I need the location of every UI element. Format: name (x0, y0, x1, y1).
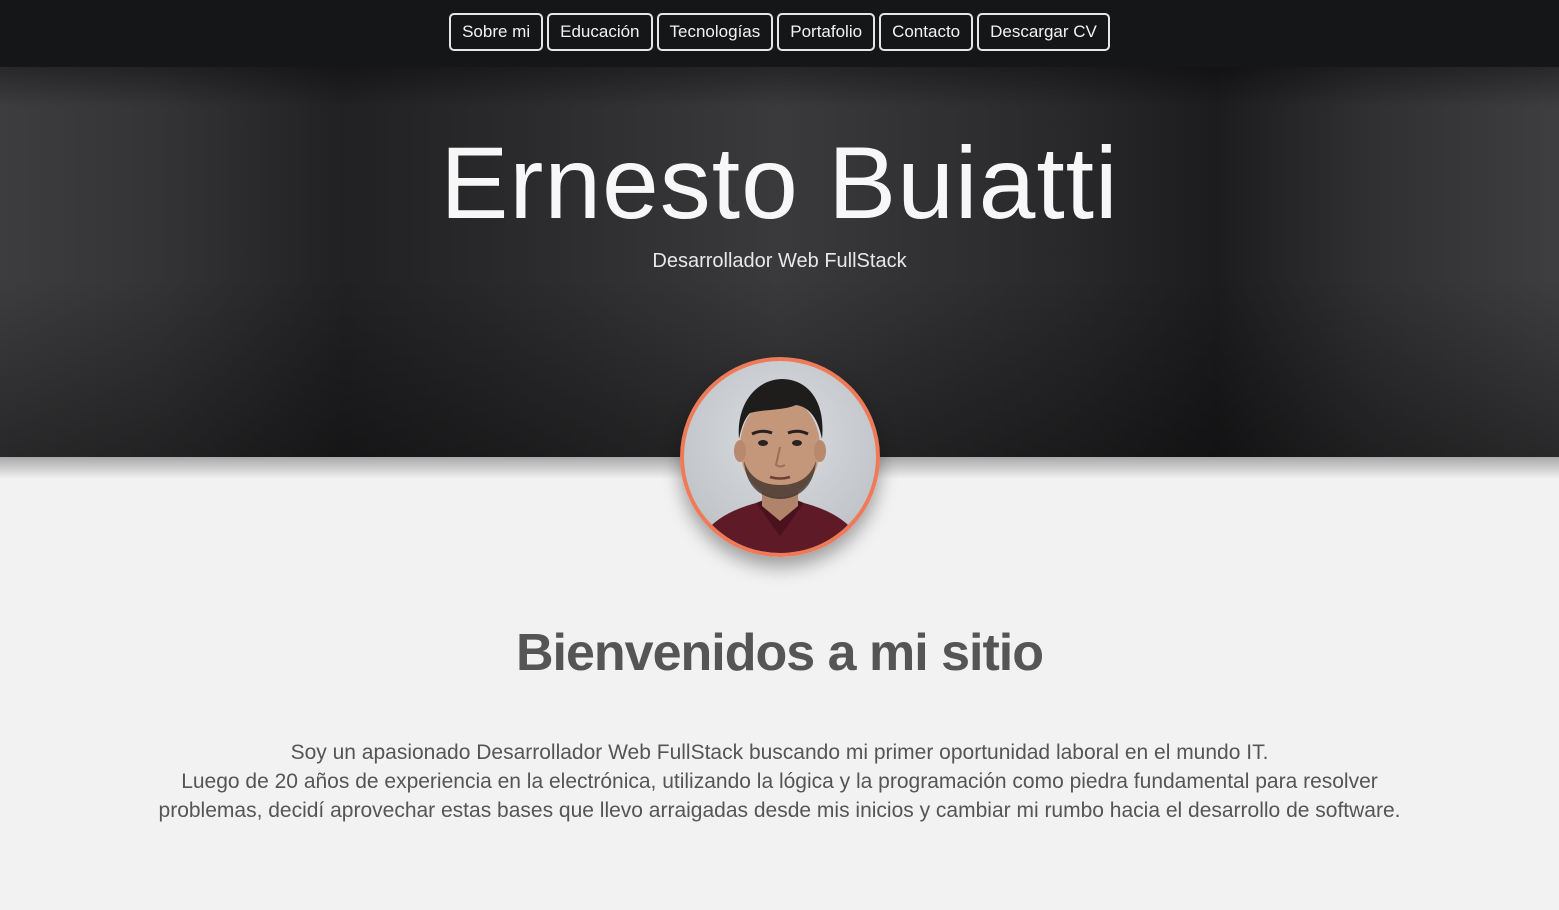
nav-button-contacto[interactable]: Contacto (879, 13, 974, 51)
welcome-title: Bienvenidos a mi sitio (515, 624, 1044, 682)
bio-text: Soy un apasionado Desarrollador Web Full… (150, 738, 1409, 825)
nav-button-sobre-mi[interactable]: Sobre mi (449, 13, 544, 51)
top-nav-bar: Sobre mi Educación Tecnologías Portafoli… (0, 0, 1559, 67)
hero-subtitle: Desarrollador Web FullStack (652, 250, 907, 272)
nav-button-tecnologias[interactable]: Tecnologías (656, 13, 774, 51)
bio-line-2: Luego de 20 años de experiencia en la el… (158, 770, 1401, 822)
profile-avatar (680, 357, 880, 557)
nav-button-portafolio[interactable]: Portafolio (777, 13, 876, 51)
bio-line-1: Soy un apasionado Desarrollador Web Full… (290, 741, 1269, 764)
download-cv-button[interactable]: Descargar CV (977, 13, 1110, 51)
hero-title: Ernesto Buiatti (440, 126, 1119, 240)
nav-button-educacion[interactable]: Educación (547, 13, 653, 51)
profile-photo (694, 379, 866, 553)
